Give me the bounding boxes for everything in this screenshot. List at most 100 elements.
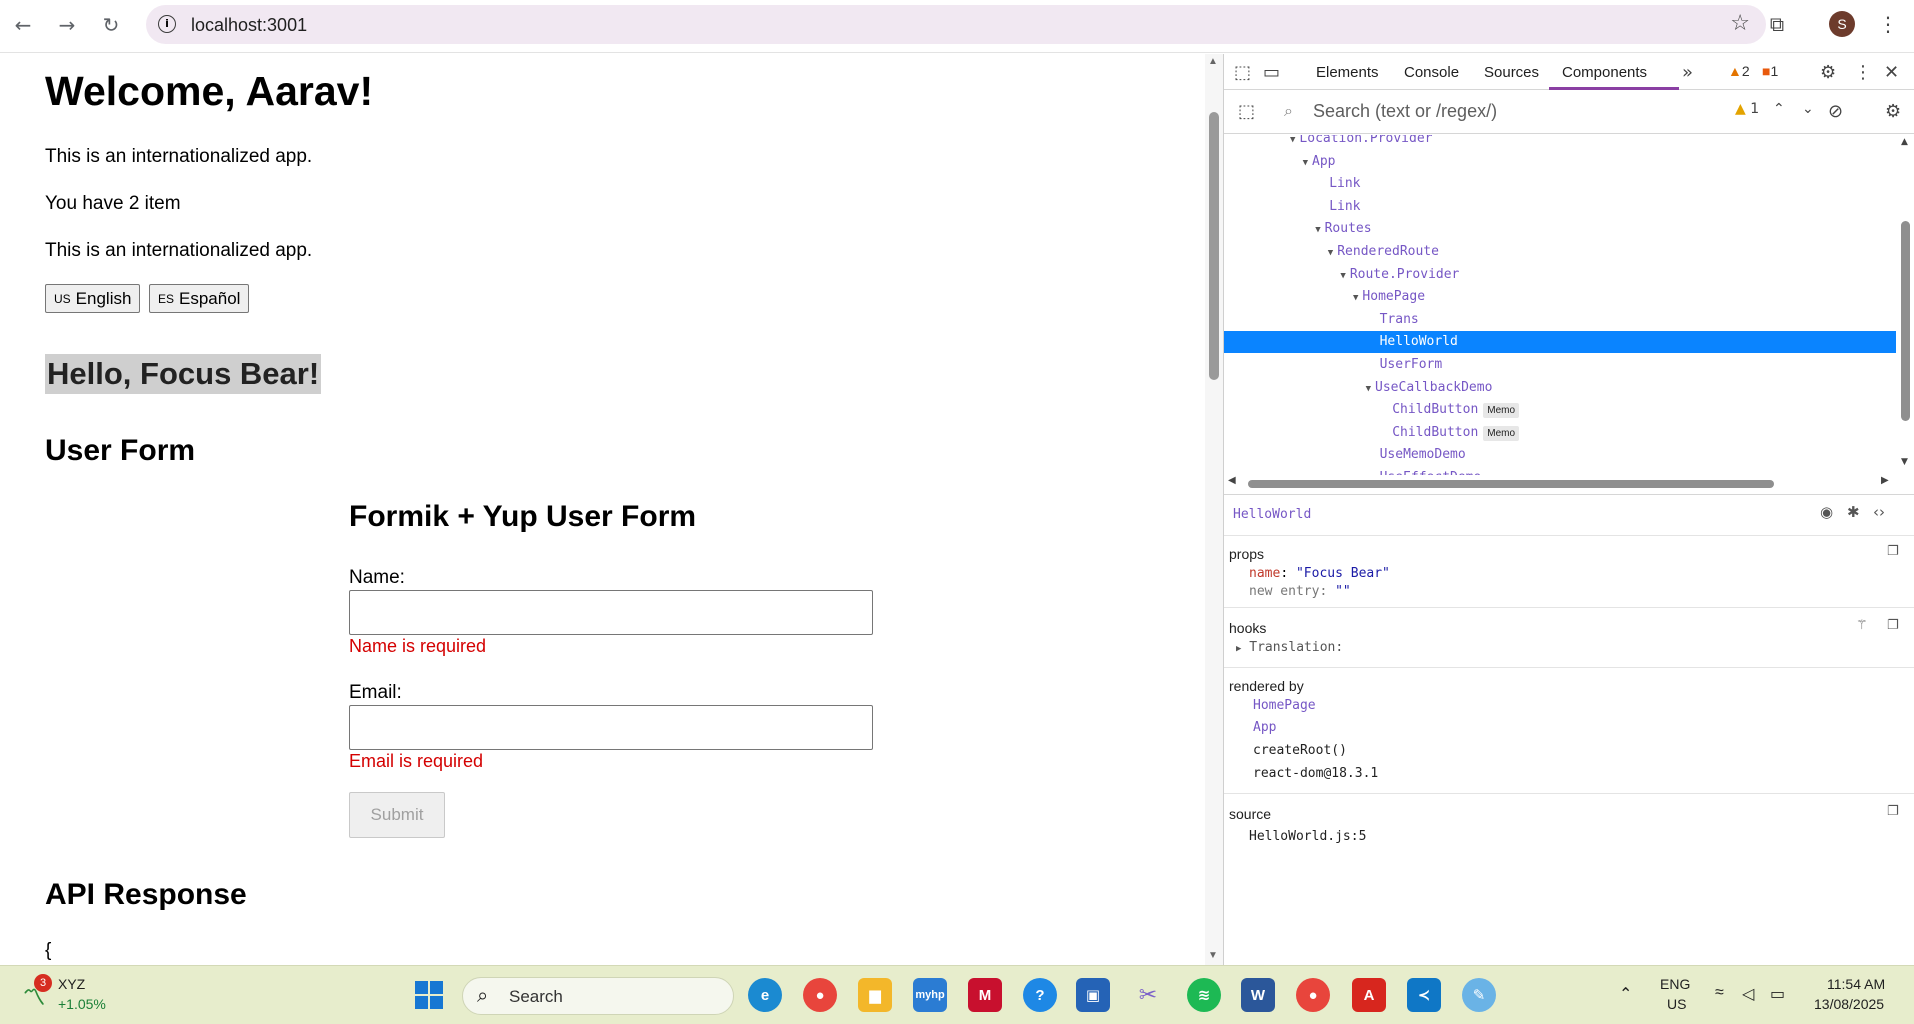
close-devtools-icon[interactable]: ✕: [1884, 62, 1899, 83]
expand-triangle-icon[interactable]: ▶: [1236, 644, 1241, 654]
expand-triangle-icon[interactable]: ▼: [1328, 248, 1333, 258]
tree-scroll-down-icon[interactable]: ▼: [1901, 457, 1908, 467]
forward-icon[interactable]: →: [54, 12, 80, 38]
help-icon[interactable]: ?: [1023, 978, 1057, 1012]
tree-node[interactable]: ChildButton Memo: [1392, 422, 1520, 444]
tree-hscroll-thumb[interactable]: [1248, 480, 1774, 488]
submit-button[interactable]: Submit: [349, 792, 445, 838]
wifi-icon[interactable]: ≈: [1715, 984, 1724, 1002]
tree-node[interactable]: ▼ Location.Provider: [1290, 135, 1432, 150]
scroll-down-icon[interactable]: ▼: [1208, 950, 1218, 961]
name-input[interactable]: [349, 590, 873, 635]
rendered-by-app[interactable]: App: [1253, 720, 1276, 735]
prop-name-row[interactable]: name: "Focus Bear": [1249, 566, 1390, 581]
expand-triangle-icon[interactable]: ▼: [1315, 225, 1320, 235]
page-scrollbar[interactable]: ▲ ▼: [1205, 54, 1223, 965]
tree-node[interactable]: ▼ RenderedRoute: [1328, 241, 1439, 263]
edge-icon[interactable]: e: [748, 978, 782, 1012]
bug-icon[interactable]: ✱: [1847, 503, 1860, 521]
hook-translation-row[interactable]: ▶ Translation:: [1236, 640, 1343, 655]
vscode-icon[interactable]: ≺: [1407, 978, 1441, 1012]
prop-value[interactable]: "Focus Bear": [1296, 566, 1390, 581]
english-button[interactable]: US English: [45, 284, 141, 313]
back-icon[interactable]: ←: [10, 12, 36, 38]
tree-node[interactable]: UseMemoDemo: [1380, 444, 1466, 466]
chrome-icon[interactable]: ●: [803, 978, 837, 1012]
tree-horizontal-scrollbar[interactable]: ◀ ▶: [1224, 475, 1914, 493]
tab-console[interactable]: Console: [1404, 64, 1459, 81]
tree-scroll-left-icon[interactable]: ◀: [1228, 475, 1236, 486]
prev-result-icon[interactable]: ⌃: [1773, 101, 1785, 117]
spotify-icon[interactable]: ≋: [1187, 978, 1221, 1012]
expand-triangle-icon[interactable]: ▼: [1340, 271, 1345, 281]
clock-time[interactable]: 11:54 AM: [1827, 976, 1885, 992]
component-search-input[interactable]: Search (text or /regex/): [1313, 101, 1497, 122]
view-source-icon[interactable]: ‹›: [1873, 503, 1885, 521]
tree-vertical-scrollbar[interactable]: ▲ ▼: [1896, 135, 1914, 475]
warnings-badge[interactable]: ▲2: [1728, 63, 1750, 79]
mcafee-icon[interactable]: M: [968, 978, 1002, 1012]
issues-badge[interactable]: ■1: [1762, 63, 1778, 79]
tree-node[interactable]: Trans: [1380, 309, 1419, 331]
address-bar[interactable]: i localhost:3001 ☆: [146, 5, 1766, 44]
device-toolbar-icon[interactable]: ▭: [1263, 62, 1280, 83]
myhp-icon[interactable]: myhp: [913, 978, 947, 1012]
eye-icon[interactable]: ◉: [1820, 503, 1833, 521]
spanish-button[interactable]: ES Español: [149, 284, 250, 313]
tree-node[interactable]: Link: [1329, 196, 1360, 218]
new-entry-value[interactable]: "": [1335, 584, 1351, 599]
show-hidden-icons[interactable]: ⌃: [1619, 984, 1632, 1004]
clear-filter-icon[interactable]: ⊘: [1828, 101, 1843, 122]
copy-props-icon[interactable]: ❐: [1887, 544, 1899, 559]
inspect-element-icon[interactable]: ⬚: [1234, 62, 1251, 83]
reload-icon[interactable]: ↻: [98, 12, 124, 38]
battery-icon[interactable]: ▭: [1770, 984, 1785, 1004]
new-entry-row[interactable]: new entry: "": [1249, 584, 1351, 599]
tree-node[interactable]: Link: [1329, 173, 1360, 195]
tab-components[interactable]: Components: [1562, 64, 1647, 81]
expand-triangle-icon[interactable]: ▼: [1290, 135, 1295, 145]
new-entry-key[interactable]: new entry: [1249, 584, 1319, 599]
component-settings-icon[interactable]: ⚙: [1885, 101, 1901, 122]
select-component-icon[interactable]: ⬚: [1238, 101, 1255, 122]
more-tabs-icon[interactable]: »: [1682, 62, 1693, 83]
expand-triangle-icon[interactable]: ▼: [1353, 293, 1358, 303]
profile-avatar[interactable]: S: [1829, 11, 1855, 37]
rendered-by-homepage[interactable]: HomePage: [1253, 698, 1316, 713]
taskbar-search[interactable]: ⌕ Search: [462, 977, 734, 1015]
tab-elements[interactable]: Elements: [1316, 64, 1379, 81]
source-file[interactable]: HelloWorld.js:5: [1249, 829, 1366, 844]
tree-node[interactable]: HelloWorld: [1380, 331, 1458, 353]
language-line1[interactable]: ENG: [1660, 976, 1690, 992]
clock-date[interactable]: 13/08/2025: [1814, 996, 1884, 1012]
copy-hooks-icon[interactable]: ❐: [1887, 618, 1899, 633]
expand-triangle-icon[interactable]: ▼: [1366, 384, 1371, 394]
file-explorer-icon[interactable]: ▆: [858, 978, 892, 1012]
tree-node[interactable]: UseEffectDemo: [1380, 467, 1482, 475]
tree-scroll-right-icon[interactable]: ▶: [1881, 475, 1889, 486]
tree-node[interactable]: ▼ App: [1303, 151, 1336, 173]
tree-node[interactable]: ▼ HomePage: [1353, 286, 1425, 308]
tree-node[interactable]: ▼ Routes: [1315, 218, 1371, 240]
settings-gear-icon[interactable]: ⚙: [1820, 62, 1836, 83]
windows-start-icon[interactable]: [412, 978, 446, 1012]
tab-sources[interactable]: Sources: [1484, 64, 1539, 81]
word-icon[interactable]: W: [1241, 978, 1275, 1012]
next-result-icon[interactable]: ⌄: [1802, 101, 1814, 117]
site-info-icon[interactable]: i: [158, 15, 176, 33]
acrobat-icon[interactable]: A: [1352, 978, 1386, 1012]
tree-scroll-thumb[interactable]: [1901, 221, 1910, 421]
stock-name[interactable]: XYZ: [58, 976, 85, 992]
store-icon[interactable]: ▣: [1076, 978, 1110, 1012]
devtools-menu-icon[interactable]: ⋮: [1854, 62, 1872, 83]
parse-hooks-wand-icon[interactable]: ⚚: [1856, 618, 1868, 633]
volume-icon[interactable]: ◁: [1742, 984, 1754, 1004]
expand-triangle-icon[interactable]: ▼: [1303, 158, 1308, 168]
bookmark-star-icon[interactable]: ☆: [1730, 11, 1750, 36]
page-scroll-thumb[interactable]: [1209, 112, 1219, 380]
language-line2[interactable]: US: [1667, 996, 1686, 1012]
tree-scroll-up-icon[interactable]: ▲: [1901, 137, 1908, 147]
snipping-tool-icon[interactable]: ✂: [1131, 978, 1165, 1012]
email-input[interactable]: [349, 705, 873, 750]
tree-node[interactable]: ▼ Route.Provider: [1340, 264, 1459, 286]
